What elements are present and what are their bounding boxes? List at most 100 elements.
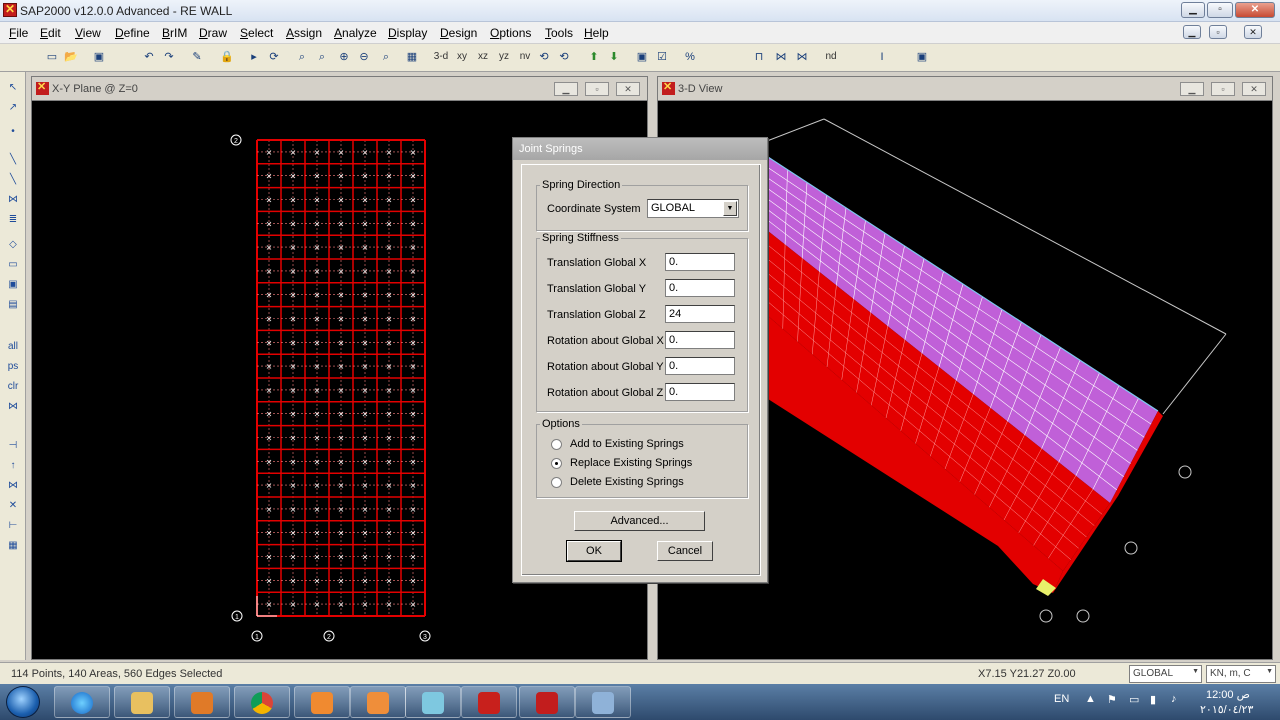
pointer-icon[interactable]: ↖ [4,80,22,96]
refresh-icon[interactable]: ✎ [188,48,206,66]
delete-springs-label[interactable]: Delete Existing Springs [570,476,684,488]
chevron-down-icon[interactable]: ▼ [1192,668,1199,675]
translation-x-input[interactable]: 0. [665,253,735,271]
quick-area-icon[interactable]: ▣ [4,277,22,293]
clock-date[interactable]: ٢٠١٥/٠٤/٢٣ [1200,703,1253,716]
brace-icon[interactable]: ⋈ [772,48,790,66]
snap-intersect-icon[interactable]: ✕ [4,498,22,514]
minimize-button[interactable]: ▁ [1181,2,1205,18]
add-springs-label[interactable]: Add to Existing Springs [570,438,684,450]
check-icon[interactable]: ☑ [653,48,671,66]
internet-explorer-icon[interactable] [54,686,110,718]
chevron-down-icon[interactable]: ▼ [723,201,737,216]
menu-tools[interactable]: Tools [545,26,573,40]
snap-icon[interactable]: ⊣ [4,438,22,454]
open-icon[interactable]: 📂 [62,48,80,66]
coordinate-system-dropdown[interactable]: GLOBAL ▼ [647,199,739,218]
clear-selection-icon[interactable]: clr [4,379,22,395]
delete-springs-radio[interactable] [551,477,562,488]
mdi-minimize-button[interactable]: ▁ [1183,25,1201,39]
intersect-icon[interactable]: ⋈ [4,399,22,415]
lock-icon[interactable]: 🔒 [218,48,236,66]
previous-selection-icon[interactable]: ps [4,359,22,375]
rotation-x-input[interactable]: 0. [665,331,735,349]
fit-icon[interactable]: ▦ [403,48,421,66]
coord-system-select[interactable]: GLOBAL ▼ [1129,665,1202,683]
snap-perp-icon[interactable]: ⊢ [4,518,22,534]
cancel-button[interactable]: Cancel [657,541,713,561]
menu-view[interactable]: View [75,26,101,40]
volume-icon[interactable]: ♪ [1171,693,1177,705]
zoom-restore-icon[interactable]: ⌕ [313,48,331,66]
flag-icon[interactable]: ⚑ [1107,693,1117,706]
replace-springs-radio[interactable] [551,458,562,469]
zoom-out-icon[interactable]: ⊖ [355,48,373,66]
zoom-window-icon[interactable]: ⌕ [293,48,311,66]
sap2000-taskbar-icon[interactable] [519,686,575,718]
tray-expand-icon[interactable]: ▲ [1085,693,1096,705]
view-xz-button[interactable]: xz [474,48,492,66]
translation-z-input[interactable]: 24 [665,305,735,323]
view-xy-button[interactable]: xy [453,48,471,66]
menu-file[interactable]: File [9,26,28,40]
pane-minimize-button[interactable]: ▁ [1180,82,1204,96]
redo-icon[interactable]: ↷ [160,48,178,66]
run-analysis-icon[interactable]: ▸ [245,48,263,66]
view-3d-button[interactable]: 3-d [432,48,450,66]
menu-analyze[interactable]: Analyze [334,26,377,40]
add-springs-radio[interactable] [551,439,562,450]
snap-line-icon[interactable]: ▦ [4,538,22,554]
menu-options[interactable]: Options [490,26,531,40]
draw-point-icon[interactable]: • [4,124,22,140]
menu-design[interactable]: Design [440,26,477,40]
view-yz-button[interactable]: yz [495,48,513,66]
chevron-down-icon[interactable]: ▼ [1266,668,1273,675]
pane-close-button[interactable]: ✕ [1242,82,1266,96]
draw-rect-area-icon[interactable]: ▭ [4,257,22,273]
menu-display[interactable]: Display [388,26,427,40]
units-select[interactable]: KN, m, C ▼ [1206,665,1276,683]
draw-poly-area-icon[interactable]: ◇ [4,237,22,253]
menu-select[interactable]: Select [240,26,273,40]
select-all-icon[interactable]: all [4,339,22,355]
menu-draw[interactable]: Draw [199,26,227,40]
display-options-icon[interactable]: ▣ [913,48,931,66]
reshape-icon[interactable]: ↗ [4,100,22,116]
start-button[interactable] [6,686,40,718]
maximize-button[interactable]: ▫ [1207,2,1233,18]
truss-icon[interactable]: ⋈ [793,48,811,66]
snap-mid-icon[interactable]: ⋈ [4,478,22,494]
save-icon[interactable]: ▣ [90,48,108,66]
menu-help[interactable]: Help [584,26,609,40]
draw-cable-icon[interactable]: ╲ [4,172,22,188]
file-explorer-icon[interactable] [114,686,170,718]
mdi-restore-button[interactable]: ▫ [1209,25,1227,39]
rotation-z-input[interactable]: 0. [665,383,735,401]
frame-icon[interactable]: ⊓ [750,48,768,66]
zoom-in-icon[interactable]: ⊕ [335,48,353,66]
rotate-icon[interactable]: ⟳ [265,48,283,66]
percent-icon[interactable]: % [681,48,699,66]
pane-close-button[interactable]: ✕ [616,82,640,96]
view-nd-button[interactable]: nd [822,48,840,66]
menu-assign[interactable]: Assign [286,26,322,40]
perspective-icon[interactable]: ⟲ [555,48,573,66]
clock-time[interactable]: 12:00 ص [1206,688,1250,701]
ok-button[interactable]: OK [566,540,622,562]
paint-app-icon[interactable] [575,686,631,718]
translation-y-input[interactable]: 0. [665,279,735,297]
display-icon[interactable]: ▭ [1129,693,1139,706]
menu-define[interactable]: Define [115,26,150,40]
pane-minimize-button[interactable]: ▁ [554,82,578,96]
section-icon[interactable]: I [873,48,891,66]
snap-end-icon[interactable]: ↑ [4,458,22,474]
orange-app-icon[interactable] [294,686,350,718]
language-indicator[interactable]: EN [1054,693,1069,705]
menu-brim[interactable]: BrIM [162,26,187,40]
draw-frame-icon[interactable]: ╲ [4,152,22,168]
pan-icon[interactable]: ⌕ [377,48,395,66]
new-model-icon[interactable]: ▭ [43,48,61,66]
move-up-icon[interactable]: ⬆ [585,48,603,66]
pane-maximize-button[interactable]: ▫ [1211,82,1235,96]
menu-edit[interactable]: Edit [40,26,61,40]
